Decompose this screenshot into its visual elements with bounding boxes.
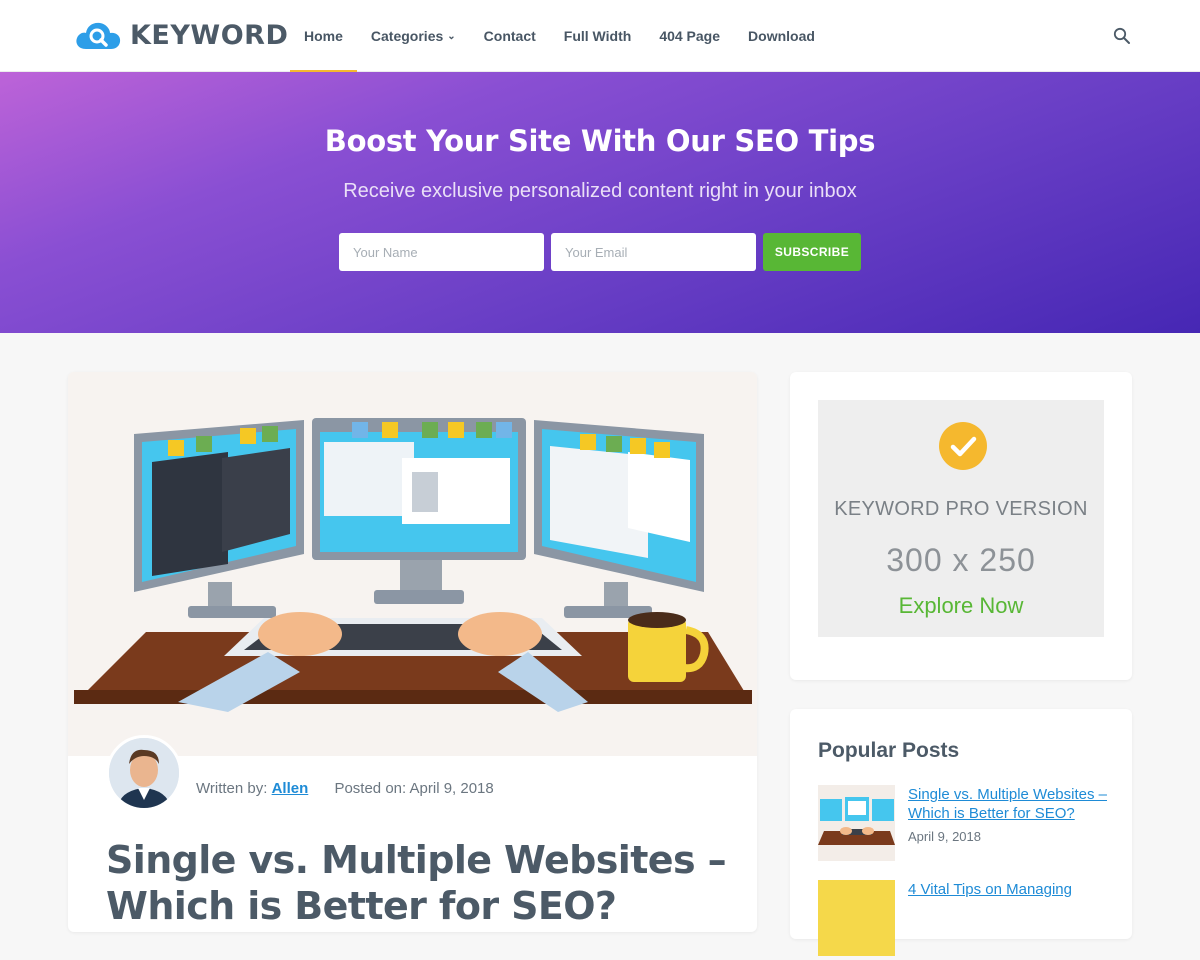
logo-text: KEYWORD: [130, 19, 289, 51]
checkmark-icon: [939, 422, 987, 470]
nav-categories-label: Categories: [370, 28, 444, 44]
popular-posts-heading: Popular Posts: [818, 739, 960, 762]
popular-post-link[interactable]: 4 Vital Tips on Managing: [908, 880, 1108, 899]
ad-title: KEYWORD PRO VERSION: [834, 498, 1088, 520]
site-logo[interactable]: KEYWORD: [74, 18, 288, 52]
post-title[interactable]: Single vs. Multiple Websites – Which is …: [106, 837, 727, 929]
hero-subtitle: Receive exclusive personalized content r…: [343, 180, 857, 202]
popular-post-thumbnail[interactable]: [818, 880, 895, 956]
popular-post-item: 4 Vital Tips on Managing: [818, 880, 1108, 960]
main-nav: Home Categories ⌄ Contact Full Width 404 …: [290, 0, 829, 73]
nav-categories[interactable]: Categories ⌄: [357, 0, 470, 72]
sidebar-ad-card: KEYWORD PRO VERSION 300 x 250 Explore No…: [790, 372, 1132, 680]
nav-home[interactable]: Home: [290, 0, 357, 73]
post-date: April 9, 2018: [409, 780, 494, 797]
author-avatar[interactable]: [106, 735, 182, 811]
nav-full-width[interactable]: Full Width: [550, 0, 646, 72]
featured-post-card: Written by: Allen Posted on: April 9, 20…: [68, 372, 757, 932]
top-navbar: KEYWORD Home Categories ⌄ Contact Full Wi…: [0, 0, 1200, 73]
written-by-label: Written by:: [196, 780, 268, 797]
hero-title: Boost Your Site With Our SEO Tips: [324, 124, 876, 158]
cloud-search-logo-icon: [76, 22, 121, 49]
subscribe-button[interactable]: SUBSCRIBE: [763, 233, 861, 271]
chevron-down-icon: ⌄: [447, 30, 456, 42]
author-link[interactable]: Allen: [272, 780, 309, 797]
name-input[interactable]: [339, 233, 544, 271]
nav-full-width-label: Full Width: [563, 28, 632, 44]
search-icon[interactable]: [1113, 27, 1131, 45]
ad-size: 300 x 250: [886, 542, 1036, 578]
post-meta: Written by: Allen Posted on: April 9, 20…: [196, 780, 494, 797]
popular-post-date: April 9, 2018: [908, 829, 981, 844]
posted-on-label: Posted on:: [334, 780, 407, 797]
nav-contact-label: Contact: [483, 28, 536, 44]
person-photo: [109, 738, 179, 808]
popular-post-link[interactable]: Single vs. Multiple Websites – Which is …: [908, 785, 1108, 823]
nav-404-page-label: 404 Page: [659, 28, 721, 44]
nav-download[interactable]: Download: [734, 0, 829, 72]
newsletter-hero: Boost Your Site With Our SEO Tips Receiv…: [0, 72, 1200, 333]
nav-contact[interactable]: Contact: [470, 0, 550, 72]
workstation-thumbnail-image: [818, 785, 895, 861]
nav-404-page[interactable]: 404 Page: [645, 0, 734, 72]
pro-version-ad[interactable]: KEYWORD PRO VERSION 300 x 250 Explore No…: [818, 400, 1104, 637]
popular-posts-widget: Popular Posts Single vs. Multiple Websit…: [790, 709, 1132, 956]
post-featured-image[interactable]: [68, 372, 757, 756]
popular-post-thumbnail[interactable]: [818, 785, 895, 861]
popular-post-item: Single vs. Multiple Websites – Which is …: [818, 785, 1108, 865]
nav-home-label: Home: [304, 28, 343, 44]
computer-workstation-illustration: [68, 372, 757, 756]
nav-download-label: Download: [748, 28, 815, 44]
email-input[interactable]: [551, 233, 756, 271]
explore-now-link[interactable]: Explore Now: [818, 593, 1104, 619]
